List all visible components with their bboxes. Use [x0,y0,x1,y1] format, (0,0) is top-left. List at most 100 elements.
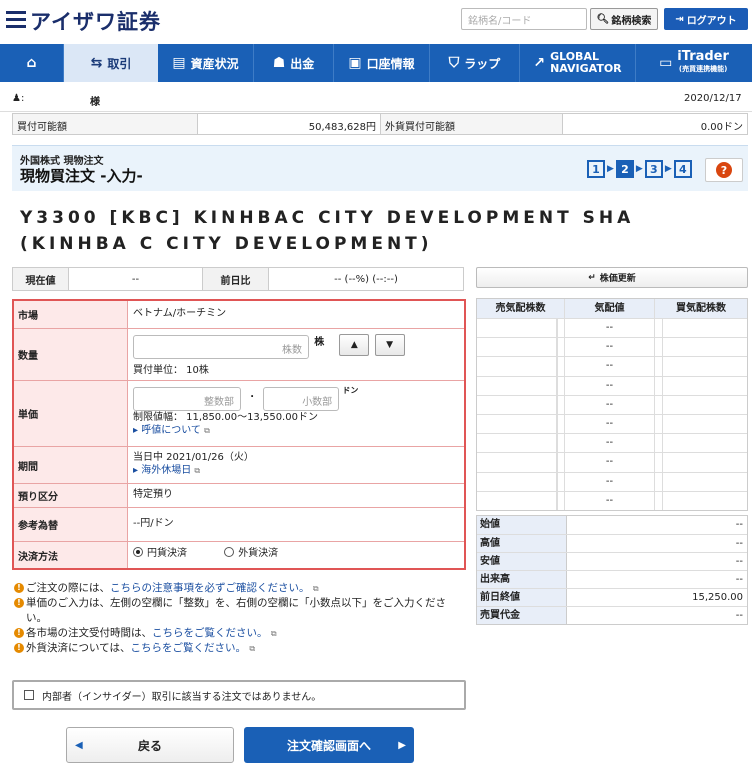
arrow-left-icon: ◀ [75,739,83,751]
order-book-row: -- [477,356,747,376]
fx-buy-power-value: 0.00ドン [700,122,743,133]
user-icon: ♟: [12,93,25,104]
refresh-icon: ↵ [588,272,596,283]
nav-trade[interactable]: ⇆ 取引 [64,44,158,82]
new-window-icon: ⧉ [204,426,210,435]
caution-link[interactable]: こちらの注意事項を必ずご確認ください。 [110,582,310,594]
warning-icon: ! [14,628,24,638]
confirm-order-button[interactable]: 注文確認画面へ ▶ [244,727,414,763]
turnover-row: 売買代金 -- [477,606,747,624]
market-value: ベトナム/ホーチミン [133,308,227,319]
insider-confirm-label: 内部者（インサイダー）取引に該当する注文ではありません。 [42,691,322,703]
period-row: 期間 当日中 2021/01/26（火） ▸ 海外休場日 ⧉ [14,447,464,484]
nav-itrader[interactable]: ▭ iTrader (売買連携機能) [636,44,752,82]
ask-size-header: 売気配株数 [477,299,565,318]
page-title: 現物買注文 -入力- [20,167,143,185]
fx-rate-row: 参考為替 --円/ドン [14,508,464,542]
current-price-value: -- [69,268,203,290]
nav-home[interactable]: ⌂ [0,44,64,82]
note-item: ! 各市場の注文受付時間は、こちらをご覧ください。 ⧉ [14,626,466,641]
search-icon: 🔍︎ [596,13,610,25]
new-window-icon: ⧉ [270,629,277,638]
price-limit-note: 制限値幅： 11,850.00〜13,550.00ドン [133,412,318,423]
nav-wrap[interactable]: ⛉ ラップ [430,44,520,82]
holiday-link[interactable]: ▸ 海外休場日 ⧉ [133,464,459,477]
change-label: 前日比 [203,268,269,290]
assets-icon: ▤ [172,55,186,71]
period-label: 期間 [14,447,128,483]
quote-price-header: 気配値 [565,299,655,318]
insider-confirm-checkbox[interactable]: 内部者（インサイダー）取引に該当する注文ではありません。 [12,680,466,710]
nav-withdraw[interactable]: ☗ 出金 [254,44,334,82]
quantity-unit: 株 [314,337,325,348]
main-nav: ⌂ ⇆ 取引 ▤ 資産状況 ☗ 出金 ▣ 口座情報 ⛉ ラップ ↗ GLOBAL NAVIGA… [0,44,752,82]
settle-yen-radio[interactable]: 円貨決済 [133,547,187,559]
nav-account[interactable]: ▣ 口座情報 [334,44,430,82]
fx-settlement-link[interactable]: こちらをご覧ください。 [130,642,246,654]
order-hours-link[interactable]: こちらをご覧ください。 [152,627,268,639]
note-item: ! ご注文の際には、こちらの注意事項を必ずご確認ください。 ⧉ [14,581,466,596]
new-window-icon: ⧉ [249,644,256,653]
user-name-suffix: 様 [90,97,100,108]
quantity-input[interactable]: 株数 [133,335,309,359]
low-price-row: 安値 -- [477,552,747,570]
step-3: 3 [644,160,663,178]
refresh-price-button[interactable]: ↵ 株価更新 [476,267,748,288]
step-1: 1 [587,160,605,178]
market-row: 市場 ベトナム/ホーチミン [14,301,464,329]
open-price-row: 始値 -- [477,516,747,534]
brand-logo-icon [6,11,26,29]
warning-icon: ! [14,643,24,653]
unit-price-label: 単価 [14,381,128,446]
order-book-row: -- [477,490,747,510]
trade-icon: ⇆ [90,55,103,71]
qty-up-button[interactable]: ▲ [339,334,370,356]
custody-row: 預り区分 特定預り [14,484,464,508]
current-price-label: 現在値 [13,268,69,290]
quantity-row: 数量 株数 株 ▲ ▼ 買付単位： 10株 [14,329,464,381]
buy-power-value: 50,483,628円 [198,114,381,134]
order-book-row: -- [477,394,747,414]
withdraw-icon: ☗ [272,55,286,71]
price-row: 現在値 -- 前日比 -- (--%) (--:--) [12,267,464,291]
logout-button[interactable]: ⇥ ログアウト [664,8,748,30]
order-book-row: -- [477,375,747,395]
search-button[interactable]: 🔍︎ 銘柄検索 [590,8,658,30]
order-book-row: -- [477,413,747,434]
order-book-row: -- [477,452,747,472]
logout-icon: ⇥ [675,13,684,25]
user-row [0,86,752,112]
prev-close-row: 前日終値 15,250.00 [477,588,747,606]
new-window-icon: ⧉ [194,466,201,475]
warning-icon: ! [14,583,24,593]
help-button[interactable]: ? [705,158,743,182]
order-book-row: -- [477,433,747,453]
order-book: 売気配株数 気配値 買気配株数 -- -- -- -- -- -- -- -- … [476,298,748,511]
search-input[interactable]: 銘柄名/コード [461,8,587,30]
bid-size-header: 買気配株数 [676,303,726,314]
nav-assets[interactable]: ▤ 資産状況 [158,44,254,82]
arrow-right-icon: ▶ [398,739,406,751]
price-decimal-input[interactable]: 小数部 [263,387,340,411]
step-4: 4 [673,160,692,178]
settle-fx-radio[interactable]: 外貨決済 [224,547,278,559]
lot-size-note: 買付単位： 10株 [133,365,209,376]
back-button[interactable]: ◀ 戻る [66,727,234,763]
settlement-row: 決済方法 円貨決済 外貨決済 [14,542,464,568]
order-book-row: -- [477,337,747,357]
balance-row: 買付可能額 50,483,628円 外貨買付可能額 0.00ドン [12,113,748,135]
fx-buy-power-label: 外貨買付可能額 [381,114,563,134]
price-integer-input[interactable]: 整数部 [133,387,241,411]
warning-icon: ! [14,598,24,608]
tick-size-link[interactable]: ▸ 呼値について ⧉ [133,424,459,437]
settlement-label: 決済方法 [14,542,128,568]
period-value: 当日中 2021/01/26（火） [133,452,254,463]
current-date: 2020/12/17 [684,93,742,104]
wrap-icon: ⛉ [448,55,460,71]
note-item: ! 外貨決済については、こちらをご覧ください。 ⧉ [14,641,466,656]
nav-global-navigator[interactable]: ↗ GLOBAL NAVIGATOR [520,44,636,82]
itrader-icon: ▭ [659,55,673,71]
qty-down-button[interactable]: ▼ [374,334,405,356]
price-input-row: 単価 整数部 . 小数部 ドン 制限値幅： 11,850.00〜13,550.0… [14,381,464,447]
help-icon: ? [716,162,732,178]
